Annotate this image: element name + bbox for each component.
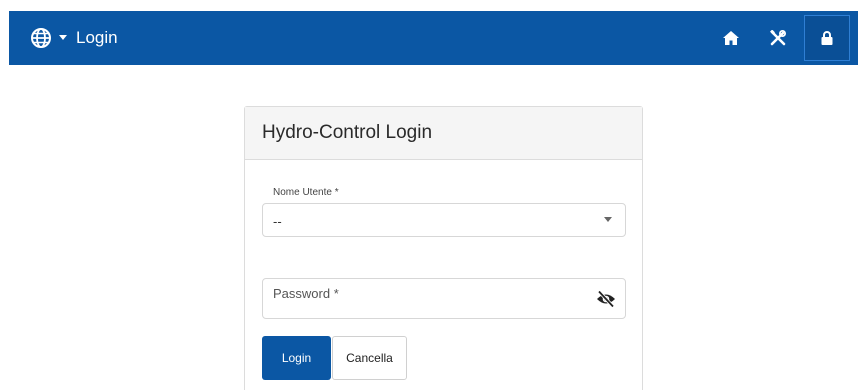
login-card: Hydro-Control Login Nome Utente * -- Pas… [244, 106, 643, 390]
username-label: Nome Utente * [273, 187, 339, 198]
home-button[interactable] [709, 11, 753, 65]
page: Login Hydro-Control Login Nome Utente * … [0, 0, 868, 390]
nav-title: Login [76, 28, 118, 47]
username-select-value: -- [273, 214, 282, 229]
lock-icon [821, 31, 833, 45]
card-header: Hydro-Control Login [245, 107, 642, 160]
eye-slash-icon[interactable] [596, 290, 616, 308]
password-label: Password * [273, 286, 339, 301]
top-navbar: Login [9, 11, 858, 65]
card-title: Hydro-Control Login [262, 122, 433, 143]
language-menu[interactable]: Login [31, 11, 118, 65]
password-field[interactable]: Password * [262, 278, 626, 319]
username-select[interactable]: -- [262, 203, 626, 237]
caret-down-icon [59, 35, 67, 40]
cancel-button[interactable]: Cancella [332, 336, 407, 380]
dropdown-arrow-icon [604, 217, 612, 222]
tools-icon [770, 30, 786, 46]
tools-button[interactable] [756, 11, 800, 65]
login-button[interactable]: Login [262, 336, 331, 380]
globe-icon [31, 28, 51, 48]
login-lock-button[interactable] [804, 15, 850, 61]
home-icon [723, 31, 739, 45]
